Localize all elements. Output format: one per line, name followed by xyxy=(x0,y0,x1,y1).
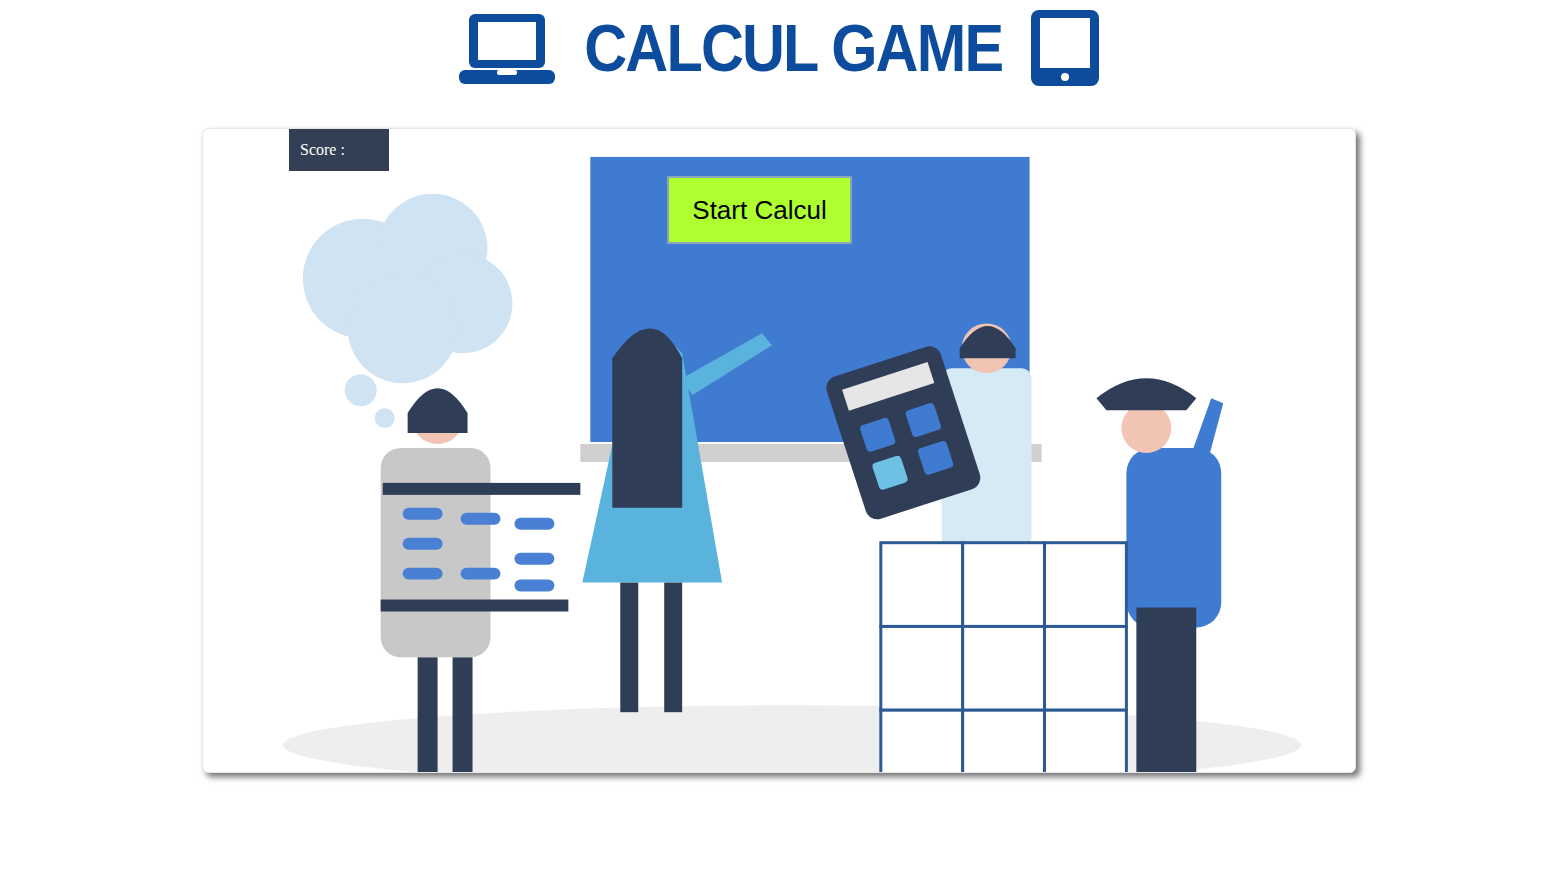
game-title: CALCUL GAME xyxy=(584,15,1002,81)
page: CALCUL GAME Score : Start Calcul xyxy=(0,0,1558,885)
start-button[interactable]: Start Calcul xyxy=(667,176,852,244)
score-box: Score : xyxy=(289,129,389,171)
header: CALCUL GAME xyxy=(0,0,1558,96)
tablet-icon xyxy=(1029,8,1101,88)
laptop-icon xyxy=(457,8,557,88)
game-card: Score : Start Calcul xyxy=(202,128,1356,773)
